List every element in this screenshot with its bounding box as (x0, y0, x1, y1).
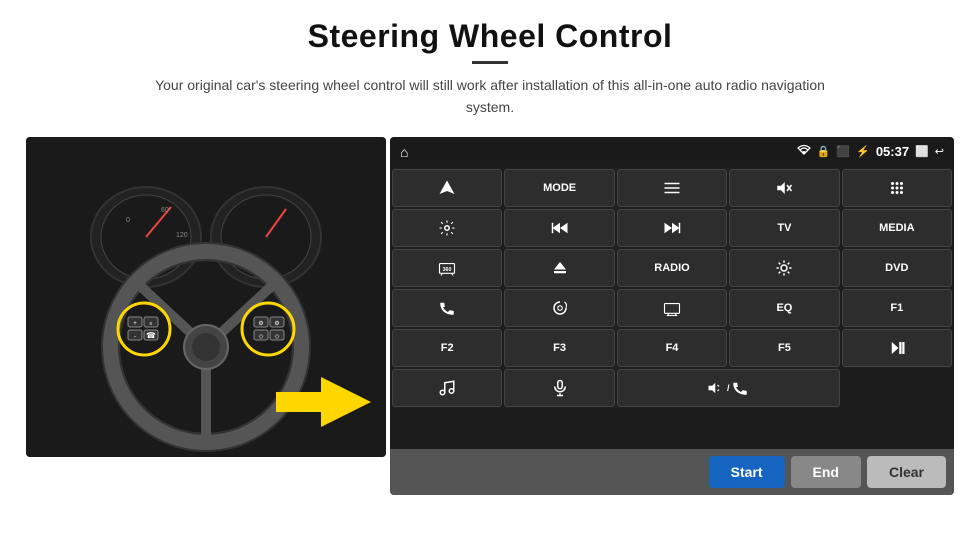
btn-tv[interactable]: TV (729, 209, 839, 247)
svg-text:≡: ≡ (150, 321, 153, 327)
lock-icon: 🔒 (817, 145, 831, 158)
btn-mode[interactable]: MODE (504, 169, 614, 207)
svg-text:⚙: ⚙ (258, 320, 263, 327)
title-divider (472, 61, 508, 64)
svg-text:0: 0 (126, 217, 130, 224)
btn-empty-1 (842, 369, 952, 407)
status-icons: 🔒 ⬛ ⚡ 05:37 ⬜ ↩ (797, 144, 944, 159)
btn-media[interactable]: MEDIA (842, 209, 952, 247)
content-row: 0 60 120 (0, 137, 980, 544)
btn-dvd[interactable]: DVD (842, 249, 952, 287)
svg-text:120: 120 (176, 232, 188, 239)
clear-button[interactable]: Clear (867, 456, 946, 488)
btn-f3[interactable]: F3 (504, 329, 614, 367)
btn-f1[interactable]: F1 (842, 289, 952, 327)
btn-settings[interactable] (392, 209, 502, 247)
steering-wheel-image: 0 60 120 (26, 137, 386, 457)
btn-swirl[interactable] (504, 289, 614, 327)
back-icon: ↩ (935, 145, 944, 158)
btn-apps[interactable] (842, 169, 952, 207)
btn-360[interactable]: 360 (392, 249, 502, 287)
header-section: Steering Wheel Control Your original car… (0, 0, 980, 127)
svg-text:360: 360 (443, 267, 452, 273)
btn-eject[interactable] (504, 249, 614, 287)
window-icon: ⬜ (915, 145, 929, 158)
status-bar: ⌂ 🔒 ⬛ ⚡ 05:37 ⬜ ↩ (390, 137, 954, 167)
clock-display: 05:37 (876, 144, 909, 159)
btn-screen[interactable] (617, 289, 727, 327)
btn-mute[interactable] (729, 169, 839, 207)
svg-text:◇: ◇ (275, 334, 280, 340)
svg-text:◇: ◇ (259, 334, 264, 340)
btn-prev[interactable] (504, 209, 614, 247)
btn-phone[interactable] (392, 289, 502, 327)
start-button[interactable]: Start (709, 456, 785, 488)
btn-next[interactable] (617, 209, 727, 247)
action-bar: Start End Clear (390, 449, 954, 495)
button-grid: MODE (390, 167, 954, 449)
btn-f5[interactable]: F5 (729, 329, 839, 367)
btn-menu[interactable] (617, 169, 727, 207)
btn-eq[interactable]: EQ (729, 289, 839, 327)
svg-text:☎: ☎ (146, 331, 156, 340)
svg-text:+: + (133, 321, 137, 327)
svg-text:⚙: ⚙ (274, 320, 279, 327)
bt-icon: ⚡ (856, 145, 870, 158)
btn-music[interactable] (392, 369, 502, 407)
btn-navigation[interactable] (392, 169, 502, 207)
btn-mic[interactable] (504, 369, 614, 407)
btn-f4[interactable]: F4 (617, 329, 727, 367)
control-panel: ⌂ 🔒 ⬛ ⚡ 05:37 ⬜ ↩ (390, 137, 954, 495)
btn-play-pause[interactable] (842, 329, 952, 367)
btn-brightness[interactable] (729, 249, 839, 287)
wifi-icon (797, 144, 811, 159)
svg-text:-: - (134, 334, 136, 340)
end-button[interactable]: End (791, 456, 861, 488)
btn-f2[interactable]: F2 (392, 329, 502, 367)
btn-vol-call[interactable]: / (617, 369, 840, 407)
svg-text:60: 60 (161, 207, 169, 214)
sd-icon: ⬛ (836, 145, 850, 158)
home-icon[interactable]: ⌂ (400, 144, 408, 160)
btn-radio[interactable]: RADIO (617, 249, 727, 287)
btn-empty-2 (392, 409, 502, 447)
subtitle: Your original car's steering wheel contr… (150, 74, 830, 119)
page-title: Steering Wheel Control (40, 18, 940, 55)
page-container: Steering Wheel Control Your original car… (0, 0, 980, 544)
